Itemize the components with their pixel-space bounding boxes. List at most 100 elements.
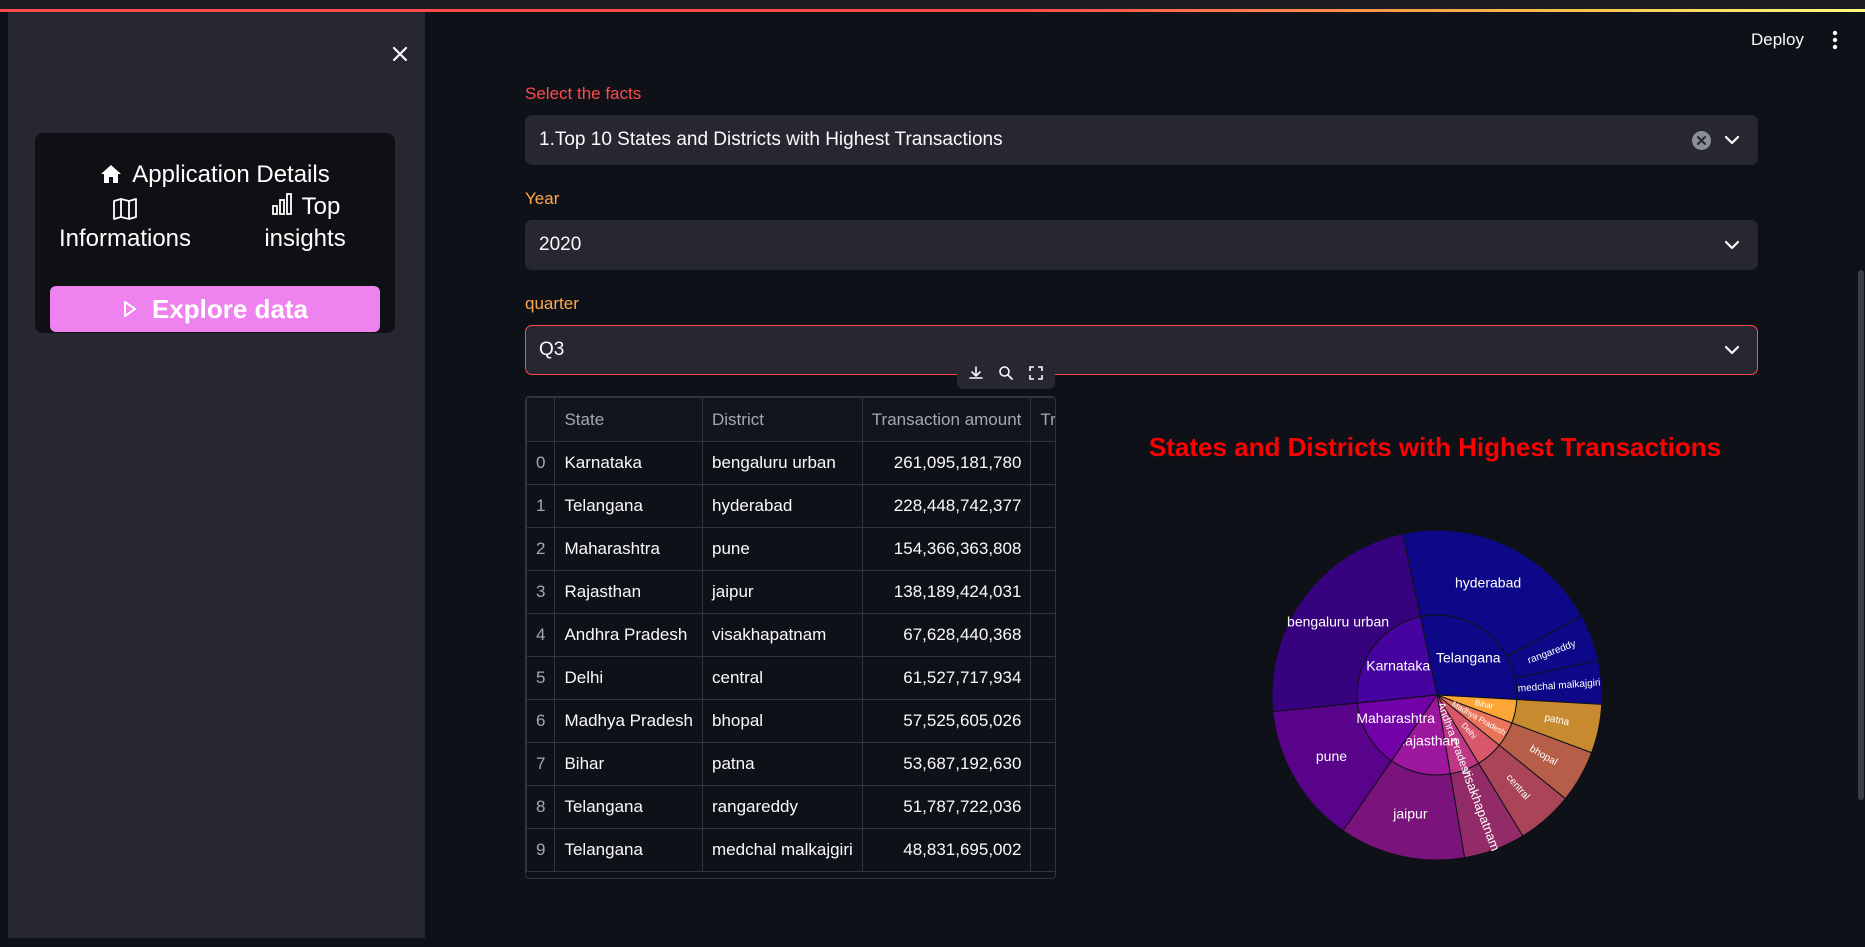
table-cell[interactable]: Telangana [554,484,703,528]
table-cell[interactable]: Bihar [554,742,703,786]
chevron-down-icon[interactable] [1723,341,1741,359]
table-cell[interactable]: 53,687,192,630 [861,742,1032,786]
district-label: jaipur [1392,805,1428,821]
row-index[interactable]: 6 [526,699,556,743]
table-cell[interactable]: 71,797,182 [1030,570,1055,614]
row-index[interactable]: 2 [526,527,556,571]
clear-icon[interactable] [1692,131,1711,150]
row-index[interactable]: 5 [526,656,556,700]
search-icon[interactable] [998,365,1014,381]
table-cell[interactable]: Maharashtra [554,527,703,571]
table-row[interactable]: 9 Telangana medchal malkajgiri 48,831,695,0… [526,828,1055,872]
table-cell[interactable]: 28,698,311 [1030,828,1055,872]
table-row[interactable]: 3Rajasthanjaipur138,189,424,03171,797,18… [526,570,1055,614]
table-cell[interactable]: 29,573,243 [1030,785,1055,829]
table-cell[interactable]: 20,716,631 [1030,742,1055,786]
table-cell[interactable]: Madhya Pradesh [554,699,703,743]
sunburst-chart: hyderabadrangareddymedchal malkajgiriTel… [1271,529,1603,861]
bar-chart-icon [271,193,292,215]
table-cell[interactable]: Delhi [554,656,703,700]
row-index[interactable]: 8 [526,785,556,829]
home-icon [101,165,122,183]
table-cell[interactable]: 188,947,684 [1030,441,1055,485]
table-cell[interactable]: bhopal [702,699,863,743]
table-cell[interactable]: Telangana [554,828,703,872]
table-cell[interactable]: 154,366,363,808 [861,527,1032,571]
close-icon[interactable] [386,40,414,68]
table-row[interactable]: 8Telanganarangareddy51,787,722,03629,573… [526,785,1055,829]
table-cell[interactable]: 32,203,761 [1030,656,1055,700]
row-index[interactable]: 3 [526,570,556,614]
column-header[interactable]: District [702,397,863,442]
table-cell[interactable]: jaipur [702,570,863,614]
table-row[interactable]: 7Biharpatna53,687,192,63020,716,631 [526,742,1055,786]
fullscreen-icon[interactable] [1028,365,1044,381]
state-label: Karnataka [1366,657,1430,673]
row-index[interactable]: 1 [526,484,556,528]
table-cell[interactable]: 99,285,803 [1030,484,1055,528]
district-label: hyderabad [1455,574,1521,590]
table-cell[interactable]: central [702,656,863,700]
table-cell[interactable]: visakhapatnam [702,613,863,657]
table-cell[interactable]: 48,831,695,002 [861,828,1032,872]
table-cell[interactable]: hyderabad [702,484,863,528]
download-icon[interactable] [968,365,984,381]
row-index[interactable]: 9 [526,828,556,872]
table-row[interactable]: 2Maharashtrapune154,366,363,808101,472,1… [526,527,1055,571]
year-select-value: 2020 [539,234,582,255]
row-index[interactable]: 7 [526,742,556,786]
district-label: bengaluru urban [1287,613,1389,629]
table-cell[interactable]: 51,787,722,036 [861,785,1032,829]
column-header[interactable]: State [554,397,703,442]
table-cell[interactable]: rangareddy [702,785,863,829]
table-row[interactable]: 0 Karnataka bengaluru urban 261,095,181,780… [526,441,1055,485]
table-cell[interactable]: 261,095,181,780 [861,441,1032,485]
table-cell[interactable]: pune [702,527,863,571]
table-cell[interactable]: 101,472,134 [1030,527,1055,571]
deploy-button[interactable]: Deploy [1751,30,1804,50]
table-cell[interactable]: 228,448,742,377 [861,484,1032,528]
table-cell[interactable]: bengaluru urban [702,441,863,485]
quarter-select[interactable]: Q3 [525,325,1758,375]
table-cell[interactable]: patna [702,742,863,786]
table-cell[interactable]: Telangana [554,785,703,829]
menu-title-label: Application Details [132,161,330,188]
year-select[interactable]: 2020 [525,220,1758,270]
row-index[interactable]: 0 [526,441,556,485]
table-cell[interactable]: 57,525,605,026 [861,699,1032,743]
nav-item-top-insights[interactable]: Top insights [230,193,380,255]
facts-select-value: 1.Top 10 States and Districts with Highe… [539,129,1003,150]
table-row[interactable]: 4 Andhra Pradesh visakhapatnam 67,628,440,3… [526,613,1055,657]
play-icon [123,301,136,317]
browser-top-bar [0,0,1865,12]
table-cell[interactable]: 29,560,361 [1030,699,1055,743]
index-header[interactable] [526,397,556,442]
table-row[interactable]: 1Telanganahyderabad228,448,742,37799,285… [526,484,1055,528]
transactions-table[interactable]: StateDistrictTransaction amountTransacti… [525,396,1056,879]
nav-item-label-line2: insights [264,225,346,252]
table-cell[interactable]: 138,189,424,031 [861,570,1032,614]
sidebar: Application Details Informations Top ins… [8,12,425,938]
chevron-down-icon[interactable] [1723,131,1741,149]
column-header[interactable]: Transaction count [1030,397,1055,442]
table-cell[interactable]: 61,527,717,934 [861,656,1032,700]
nav-item-informations[interactable]: Informations [50,197,200,253]
table-cell[interactable]: medchal malkajgiri [702,828,863,872]
row-index[interactable]: 4 [526,613,556,657]
table-cell[interactable]: Karnataka [554,441,703,485]
nav-item-label: Informations [58,225,192,252]
table-cell[interactable]: 67,628,440,368 [861,613,1032,657]
explore-data-button[interactable]: Explore data [50,286,380,332]
explore-data-label: Explore data [151,293,309,324]
table-cell[interactable]: 34,421,299 [1030,613,1055,657]
table-row[interactable]: 5Delhicentral61,527,717,93432,203,761 [526,656,1055,700]
quarter-select-value: Q3 [539,339,565,360]
table-row[interactable]: 6Madhya Pradeshbhopal57,525,605,02629,56… [526,699,1055,743]
table-cell[interactable]: Andhra Pradesh [554,613,703,657]
table-cell[interactable]: Rajasthan [554,570,703,614]
facts-select[interactable]: 1.Top 10 States and Districts with Highe… [525,115,1758,165]
chevron-down-icon[interactable] [1723,236,1741,254]
column-header[interactable]: Transaction amount [861,397,1032,442]
more-menu-icon[interactable] [1832,30,1838,50]
scrollbar[interactable] [1858,270,1864,800]
